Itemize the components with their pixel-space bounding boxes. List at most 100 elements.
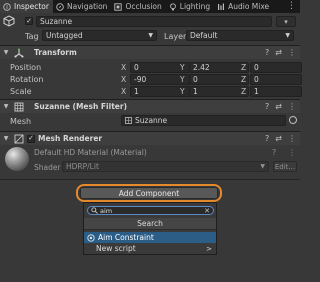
foldout-arrow-icon[interactable]: ▼	[2, 135, 10, 142]
scale-x-value: 1	[134, 86, 139, 96]
shader-value: HDRP/Lit	[66, 162, 99, 171]
mesh-object-field[interactable]: Suzanne	[121, 115, 286, 126]
tab-label: Navigation	[66, 2, 108, 11]
active-checkbox[interactable]: ✓	[25, 17, 33, 25]
foldout-arrow-icon[interactable]: ▼	[2, 103, 10, 110]
constraint-icon	[87, 233, 95, 242]
component-menu-icon[interactable]: ⋮	[288, 148, 296, 157]
help-icon[interactable]: ?	[265, 102, 269, 111]
tab-label: Inspector	[14, 2, 49, 11]
rotation-y-field[interactable]: 0	[189, 73, 249, 85]
tag-dropdown[interactable]: Untagged ▼	[42, 30, 157, 41]
edit-label: Edit...	[274, 162, 296, 171]
tab-label: Lighting	[179, 2, 211, 11]
layer-dropdown[interactable]: Default ▼	[186, 30, 294, 41]
chevron-down-icon: ▼	[260, 163, 265, 170]
axis-z-label: Z	[241, 74, 247, 84]
popup-title: Search	[84, 218, 216, 230]
layer-label: Layer	[164, 31, 187, 41]
cube-icon	[3, 15, 15, 27]
object-name-value: Suzanne	[40, 17, 73, 26]
axis-x-label: X	[121, 86, 127, 96]
tab-menu-icon[interactable]: ⋮	[283, 0, 300, 13]
tab-label: Audio Mixe	[228, 2, 270, 11]
scale-y-field[interactable]: 1	[189, 85, 249, 97]
material-section: Default HD Material (Material) ? ⋮ Shade…	[0, 146, 300, 176]
help-icon[interactable]: ?	[265, 134, 269, 143]
axis-x-label: X	[121, 62, 127, 72]
info-icon	[3, 2, 11, 11]
scale-z-value: 1	[254, 86, 259, 96]
tab-audio-mixer[interactable]: Audio Mixe	[214, 0, 273, 13]
mesh-filter-icon	[14, 102, 24, 111]
chevron-down-icon: ▼	[285, 32, 290, 39]
object-picker-icon[interactable]	[289, 116, 297, 124]
chevron-down-icon: ▾	[284, 17, 288, 26]
clear-search-icon[interactable]: ✕	[204, 207, 210, 215]
mesh-icon	[125, 117, 132, 124]
mesh-filter-title: Suzanne (Mesh Filter)	[34, 102, 127, 111]
scale-label: Scale	[10, 86, 32, 96]
add-component-button[interactable]: Add Component	[80, 187, 218, 199]
object-name-field[interactable]: Suzanne	[36, 16, 272, 27]
add-component-popup: aim ✕ Search Aim Constraint New script >	[83, 202, 217, 255]
mesh-row: Mesh Suzanne	[0, 115, 300, 127]
edit-shader-button[interactable]: Edit...	[273, 161, 297, 172]
scale-z-field[interactable]: 1	[250, 85, 302, 97]
mesh-renderer-enabled-checkbox[interactable]: ✓	[27, 134, 35, 143]
rotation-x-value: -90	[134, 74, 147, 84]
tab-label: Occlusion	[125, 2, 162, 11]
mesh-filter-header[interactable]: ▼ Suzanne (Mesh Filter) ? ⇄ ⋮	[0, 99, 300, 113]
rotation-y-value: 0	[193, 74, 198, 84]
shader-label: Shader	[34, 163, 61, 172]
static-dropdown[interactable]: ▾	[276, 16, 296, 27]
rotation-z-field[interactable]: 0	[250, 73, 302, 85]
chevron-right-icon: >	[206, 244, 212, 253]
component-menu-icon[interactable]: ⋮	[288, 134, 296, 143]
transform-icon	[14, 48, 24, 57]
position-y-field[interactable]: 2.42	[189, 61, 249, 73]
divider	[0, 179, 300, 180]
transform-header[interactable]: ▼ Transform ? ⇄ ⋮	[0, 45, 300, 59]
rotation-label: Rotation	[10, 74, 44, 84]
layer-value: Default	[190, 31, 218, 40]
help-icon[interactable]: ?	[265, 48, 269, 57]
preset-icon[interactable]: ⇄	[275, 134, 282, 143]
scale-row: Scale X 1 Y 1 Z 1	[0, 85, 302, 97]
tab-navigation[interactable]: Navigation	[53, 0, 111, 13]
help-icon[interactable]: ?	[272, 148, 276, 157]
axis-y-label: Y	[180, 86, 185, 96]
compass-icon	[56, 2, 64, 11]
foldout-arrow-icon[interactable]: ▼	[2, 49, 10, 56]
position-z-field[interactable]: 0	[250, 61, 302, 73]
occlusion-icon	[114, 2, 123, 11]
tag-label: Tag	[25, 31, 39, 41]
bulb-icon	[169, 2, 176, 10]
position-row: Position X 0 Y 2.42 Z 0	[0, 61, 302, 73]
tab-lighting[interactable]: Lighting	[166, 0, 214, 13]
shader-dropdown[interactable]: HDRP/Lit ▼	[62, 161, 269, 172]
editor-tab-bar: Inspector Navigation Occlusion Lighting …	[0, 0, 300, 13]
preset-icon[interactable]: ⇄	[275, 48, 282, 57]
material-preview-sphere	[5, 147, 29, 171]
tab-occlusion[interactable]: Occlusion	[111, 0, 165, 13]
search-icon	[91, 207, 98, 214]
list-item-aim-constraint[interactable]: Aim Constraint	[84, 232, 216, 243]
tab-inspector[interactable]: Inspector	[0, 0, 53, 13]
preset-icon[interactable]: ⇄	[275, 102, 282, 111]
component-menu-icon[interactable]: ⋮	[288, 102, 296, 111]
axis-z-label: Z	[241, 86, 247, 96]
axis-x-label: X	[121, 74, 127, 84]
list-item-new-script[interactable]: New script >	[84, 243, 216, 254]
component-menu-icon[interactable]: ⋮	[288, 48, 296, 57]
mesh-renderer-title: Mesh Renderer	[38, 134, 103, 143]
list-item-label: Aim Constraint	[98, 233, 154, 242]
axis-y-label: Y	[180, 62, 185, 72]
rotation-row: Rotation X -90 Y 0 Z 0	[0, 73, 302, 85]
component-search-input[interactable]: aim ✕	[87, 206, 214, 215]
axis-z-label: Z	[241, 62, 247, 72]
mesh-renderer-icon	[14, 134, 24, 143]
mesh-renderer-header[interactable]: ▼ ✓ Mesh Renderer ? ⇄ ⋮	[0, 131, 300, 145]
transform-title: Transform	[34, 48, 77, 57]
gameobject-header: ✓ Suzanne ▾	[0, 14, 300, 29]
